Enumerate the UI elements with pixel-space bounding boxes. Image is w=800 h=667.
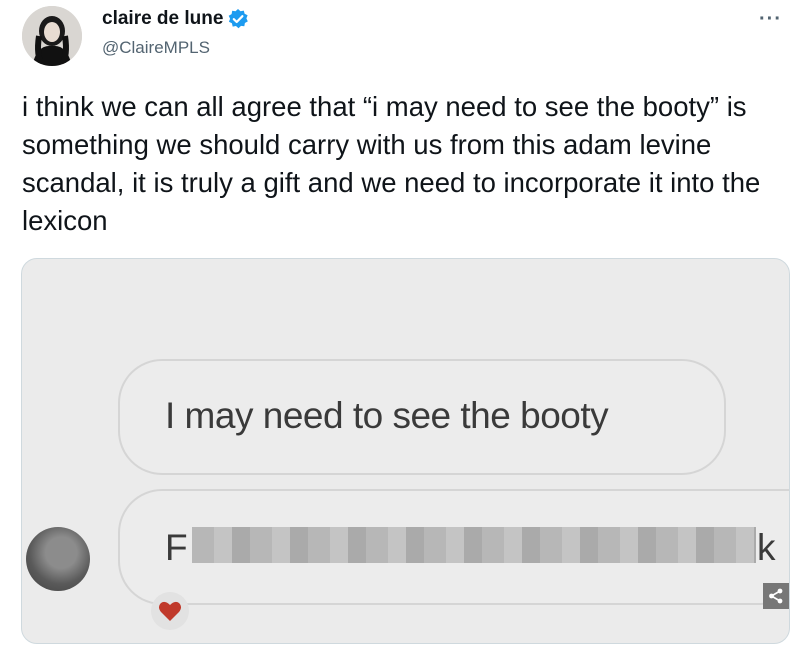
avatar-image — [22, 6, 82, 66]
heart-icon — [149, 591, 191, 631]
tweet-card: claire de lune @ClaireMPLS ··· i think w… — [0, 0, 800, 667]
display-name[interactable]: claire de lune — [102, 8, 223, 30]
verified-badge-icon — [227, 8, 249, 30]
censored-text-blur — [192, 527, 756, 563]
tweet-text: i think we can all agree that “i may nee… — [22, 91, 761, 236]
author-handle[interactable]: @ClaireMPLS — [102, 38, 210, 58]
attached-image[interactable]: I may need to see the booty F k — [21, 258, 790, 644]
more-options-icon[interactable]: ··· — [759, 8, 782, 31]
author-name-row[interactable]: claire de lune — [102, 8, 249, 30]
message-text-end: k — [757, 527, 776, 568]
message-text: I may need to see the booty — [165, 395, 609, 436]
author-avatar[interactable] — [22, 6, 82, 66]
sender-avatar — [26, 527, 90, 591]
share-icon[interactable] — [763, 583, 789, 609]
message-text-start: F — [165, 527, 188, 568]
